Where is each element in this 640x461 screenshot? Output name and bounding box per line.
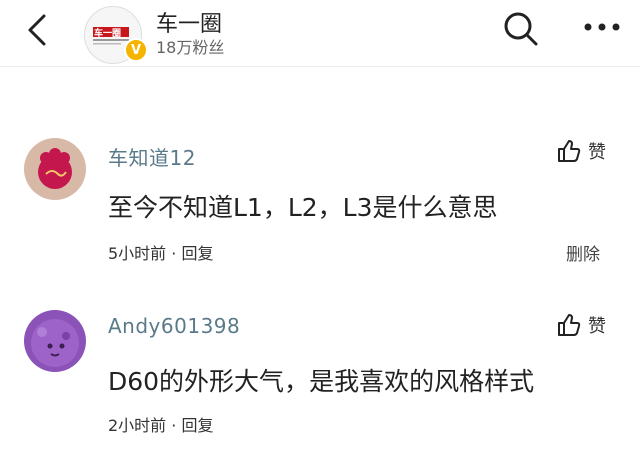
like-button[interactable]: 赞	[556, 138, 606, 164]
more-dots-icon	[584, 23, 620, 31]
more-options-button[interactable]	[582, 12, 622, 42]
user-avatar[interactable]	[24, 138, 86, 200]
comment-time: 5小时前	[108, 244, 167, 263]
meta-separator: ·	[171, 244, 177, 263]
top-bar: 车一圈 V 车一圈 18万粉丝	[0, 0, 640, 67]
avatar-image	[24, 310, 86, 372]
comment-text: D60的外形大气，是我喜欢的风格样式	[108, 367, 535, 396]
user-avatar[interactable]	[24, 310, 86, 372]
delete-button[interactable]: 删除	[566, 240, 600, 265]
comment-username[interactable]: Andy601398	[108, 314, 240, 338]
logo-text: 车一圈	[94, 27, 121, 39]
avatar-image	[24, 138, 86, 200]
chevron-left-icon	[28, 14, 46, 46]
like-label: 赞	[588, 142, 606, 163]
reply-button[interactable]: 回复	[181, 416, 213, 435]
thumbs-up-icon	[558, 314, 581, 336]
comment-meta: 5小时前 · 回复	[108, 240, 213, 264]
comment-text: 至今不知道L1，L2，L3是什么意思	[108, 193, 498, 222]
like-label: 赞	[588, 316, 606, 337]
search-icon	[504, 12, 538, 46]
like-button[interactable]: 赞	[556, 312, 606, 338]
comment-username[interactable]: 车知道12	[108, 142, 196, 171]
comment-meta: 2小时前 · 回复	[108, 412, 213, 436]
thumbs-up-icon	[558, 140, 581, 162]
meta-separator: ·	[171, 416, 177, 435]
search-button[interactable]	[502, 10, 540, 48]
comment-time: 2小时前	[108, 416, 167, 435]
follower-count: 18万粉丝	[156, 38, 225, 57]
verified-badge-icon: V	[124, 38, 148, 62]
reply-button[interactable]: 回复	[181, 244, 213, 263]
back-button[interactable]	[24, 12, 54, 48]
